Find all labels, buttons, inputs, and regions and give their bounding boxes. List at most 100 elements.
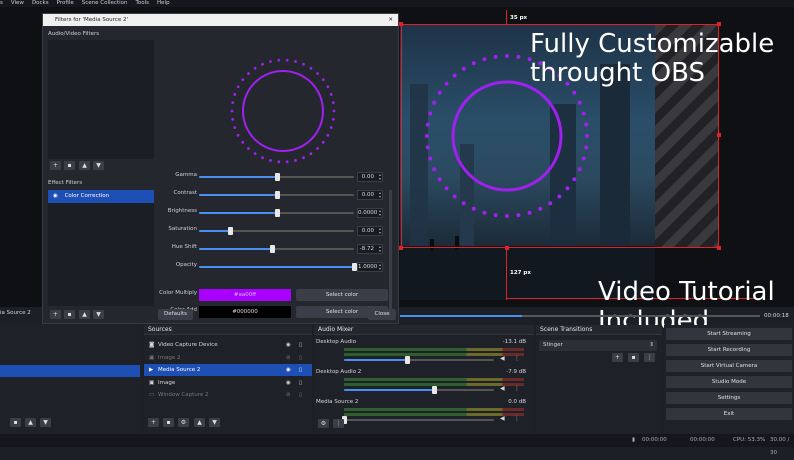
- control-button-start-virtual-camera[interactable]: Start Virtual Camera: [666, 360, 792, 372]
- volume-fader[interactable]: [344, 386, 494, 394]
- lock-icon[interactable]: ▯: [299, 339, 302, 351]
- remove-transition-button[interactable]: ▪: [628, 353, 639, 362]
- slider-knob[interactable]: [228, 227, 233, 235]
- spinner-icon[interactable]: ▴ ▾: [379, 263, 381, 271]
- move-down-source-button[interactable]: ▼: [209, 418, 220, 427]
- slider-brightness[interactable]: [199, 209, 354, 217]
- source-item[interactable]: ▶ Media Source 2 ◉ ▯: [144, 364, 312, 376]
- fader-knob[interactable]: [405, 356, 410, 364]
- eye-icon[interactable]: ◉: [286, 364, 291, 376]
- remove-scene-button[interactable]: ▪: [10, 418, 21, 427]
- sources-list[interactable]: ◙ Video Capture Device ◉ ▯ ▣ Image 2 ⊘ ▯ ▶ Media …: [144, 339, 312, 419]
- source-item[interactable]: ▣ Image ◉ ▯: [144, 377, 312, 389]
- slider-opacity[interactable]: [199, 263, 357, 271]
- defaults-button[interactable]: Defaults: [158, 309, 193, 320]
- close-button[interactable]: Close: [368, 309, 396, 320]
- resize-handle-br[interactable]: [717, 246, 721, 250]
- left-dock-item[interactable]: ia Source 2: [0, 308, 40, 318]
- resize-handle-tr[interactable]: [717, 22, 721, 26]
- move-up-av-filter-button[interactable]: ▲: [79, 161, 90, 170]
- move-up-effect-filter-button[interactable]: ▲: [79, 310, 90, 319]
- source-item[interactable]: ▣ Image 2 ⊘ ▯: [144, 352, 312, 364]
- menu-item-1[interactable]: View: [11, 0, 24, 7]
- menu-item-6[interactable]: Help: [157, 0, 170, 7]
- move-down-av-filter-button[interactable]: ▼: [93, 161, 104, 170]
- add-effect-filter-button[interactable]: +: [50, 310, 61, 319]
- menu-item-5[interactable]: Tools: [135, 0, 149, 7]
- scene-item-selected[interactable]: [0, 365, 140, 377]
- mixer-menu-button[interactable]: ⋮: [333, 419, 344, 428]
- control-button-start-recording[interactable]: Start Recording: [666, 344, 792, 356]
- channel-menu-icon[interactable]: ⋮: [514, 385, 520, 392]
- speaker-icon[interactable]: ◀: [500, 415, 505, 422]
- control-button-start-streaming[interactable]: Start Streaming: [666, 328, 792, 340]
- menu-item-2[interactable]: Docks: [32, 0, 49, 7]
- speaker-icon[interactable]: ◀: [500, 385, 505, 392]
- lock-icon[interactable]: ▯: [299, 364, 302, 376]
- control-button-settings[interactable]: Settings: [666, 392, 792, 404]
- eye-icon[interactable]: ◉: [286, 377, 291, 389]
- slider-hue-shift[interactable]: [199, 245, 354, 253]
- slider-knob[interactable]: [274, 191, 280, 199]
- mixer-settings-button[interactable]: ⚙: [318, 419, 329, 428]
- timeline-track[interactable]: [400, 315, 760, 317]
- value-field-contrast[interactable]: 0.00 ▴ ▾: [357, 190, 383, 200]
- eye-icon[interactable]: ◉: [48, 193, 58, 199]
- menu-item-4[interactable]: Scene Collection: [82, 0, 128, 7]
- volume-fader[interactable]: [344, 356, 494, 364]
- lock-icon[interactable]: ▯: [299, 389, 302, 401]
- value-field-brightness[interactable]: 0.0000 ▴ ▾: [357, 208, 383, 218]
- slider-knob[interactable]: [274, 173, 280, 181]
- spinner-icon[interactable]: ▴ ▾: [379, 191, 381, 199]
- remove-av-filter-button[interactable]: ▪: [64, 161, 75, 170]
- eye-icon[interactable]: ⊘: [286, 389, 291, 401]
- value-field-gamma[interactable]: 0.00 ▴ ▾: [357, 172, 383, 182]
- transition-menu-button[interactable]: ⋮: [644, 353, 655, 362]
- fader-knob[interactable]: [432, 386, 437, 394]
- lock-icon[interactable]: ▯: [299, 352, 302, 364]
- add-source-button[interactable]: +: [148, 418, 159, 427]
- value-field-hue-shift[interactable]: -8.72 ▴ ▾: [357, 244, 383, 254]
- move-up-scene-button[interactable]: ▲: [25, 418, 36, 427]
- move-up-source-button[interactable]: ▲: [194, 418, 205, 427]
- menu-item-3[interactable]: Profile: [57, 0, 74, 7]
- source-properties-button[interactable]: ⚙: [178, 418, 189, 427]
- move-down-effect-filter-button[interactable]: ▼: [93, 310, 104, 319]
- move-down-scene-button[interactable]: ▼: [40, 418, 51, 427]
- menu-item-0[interactable]: s: [0, 0, 3, 7]
- control-button-studio-mode[interactable]: Studio Mode: [666, 376, 792, 388]
- properties-scrollbar[interactable]: [389, 190, 392, 310]
- add-transition-button[interactable]: +: [612, 353, 623, 362]
- speaker-icon[interactable]: ◀: [500, 355, 505, 362]
- source-item[interactable]: ▭ Window Capture 2 ⊘ ▯: [144, 389, 312, 401]
- eye-icon[interactable]: ◉: [286, 339, 291, 351]
- add-av-filter-button[interactable]: +: [50, 161, 61, 170]
- spinner-icon[interactable]: ▴ ▾: [379, 173, 381, 181]
- slider-knob[interactable]: [269, 245, 275, 253]
- lock-icon[interactable]: ▯: [299, 377, 302, 389]
- source-item[interactable]: ◙ Video Capture Device ◉ ▯: [144, 339, 312, 351]
- slider-contrast[interactable]: [199, 191, 354, 199]
- spinner-icon[interactable]: ▴ ▾: [379, 209, 381, 217]
- remove-source-button[interactable]: ▪: [163, 418, 174, 427]
- resize-handle-bl[interactable]: [399, 246, 403, 250]
- slider-gamma[interactable]: [199, 173, 354, 181]
- control-button-exit[interactable]: Exit: [666, 408, 792, 420]
- slider-knob[interactable]: [274, 209, 280, 217]
- channel-menu-icon[interactable]: ⋮: [514, 415, 520, 422]
- value-field-opacity[interactable]: 1.0000 ▴ ▾: [357, 262, 383, 272]
- close-icon[interactable]: ✕: [388, 14, 393, 26]
- transition-select[interactable]: Stinger ⇕: [539, 340, 657, 351]
- resize-handle-tl[interactable]: [399, 22, 403, 26]
- channel-menu-icon[interactable]: ⋮: [514, 355, 520, 362]
- eye-icon[interactable]: ⊘: [286, 352, 291, 364]
- remove-effect-filter-button[interactable]: ▪: [64, 310, 75, 319]
- resize-handle-r[interactable]: [717, 133, 721, 137]
- color-multiply-select-button[interactable]: Select color: [296, 289, 388, 301]
- volume-fader[interactable]: [342, 416, 494, 424]
- av-filters-list[interactable]: [48, 40, 154, 159]
- spinner-icon[interactable]: ▴ ▾: [379, 245, 381, 253]
- media-timeline[interactable]: 00:00:18: [400, 311, 794, 321]
- slider-saturation[interactable]: [199, 227, 354, 235]
- value-field-saturation[interactable]: 0.00 ▴ ▾: [357, 226, 383, 236]
